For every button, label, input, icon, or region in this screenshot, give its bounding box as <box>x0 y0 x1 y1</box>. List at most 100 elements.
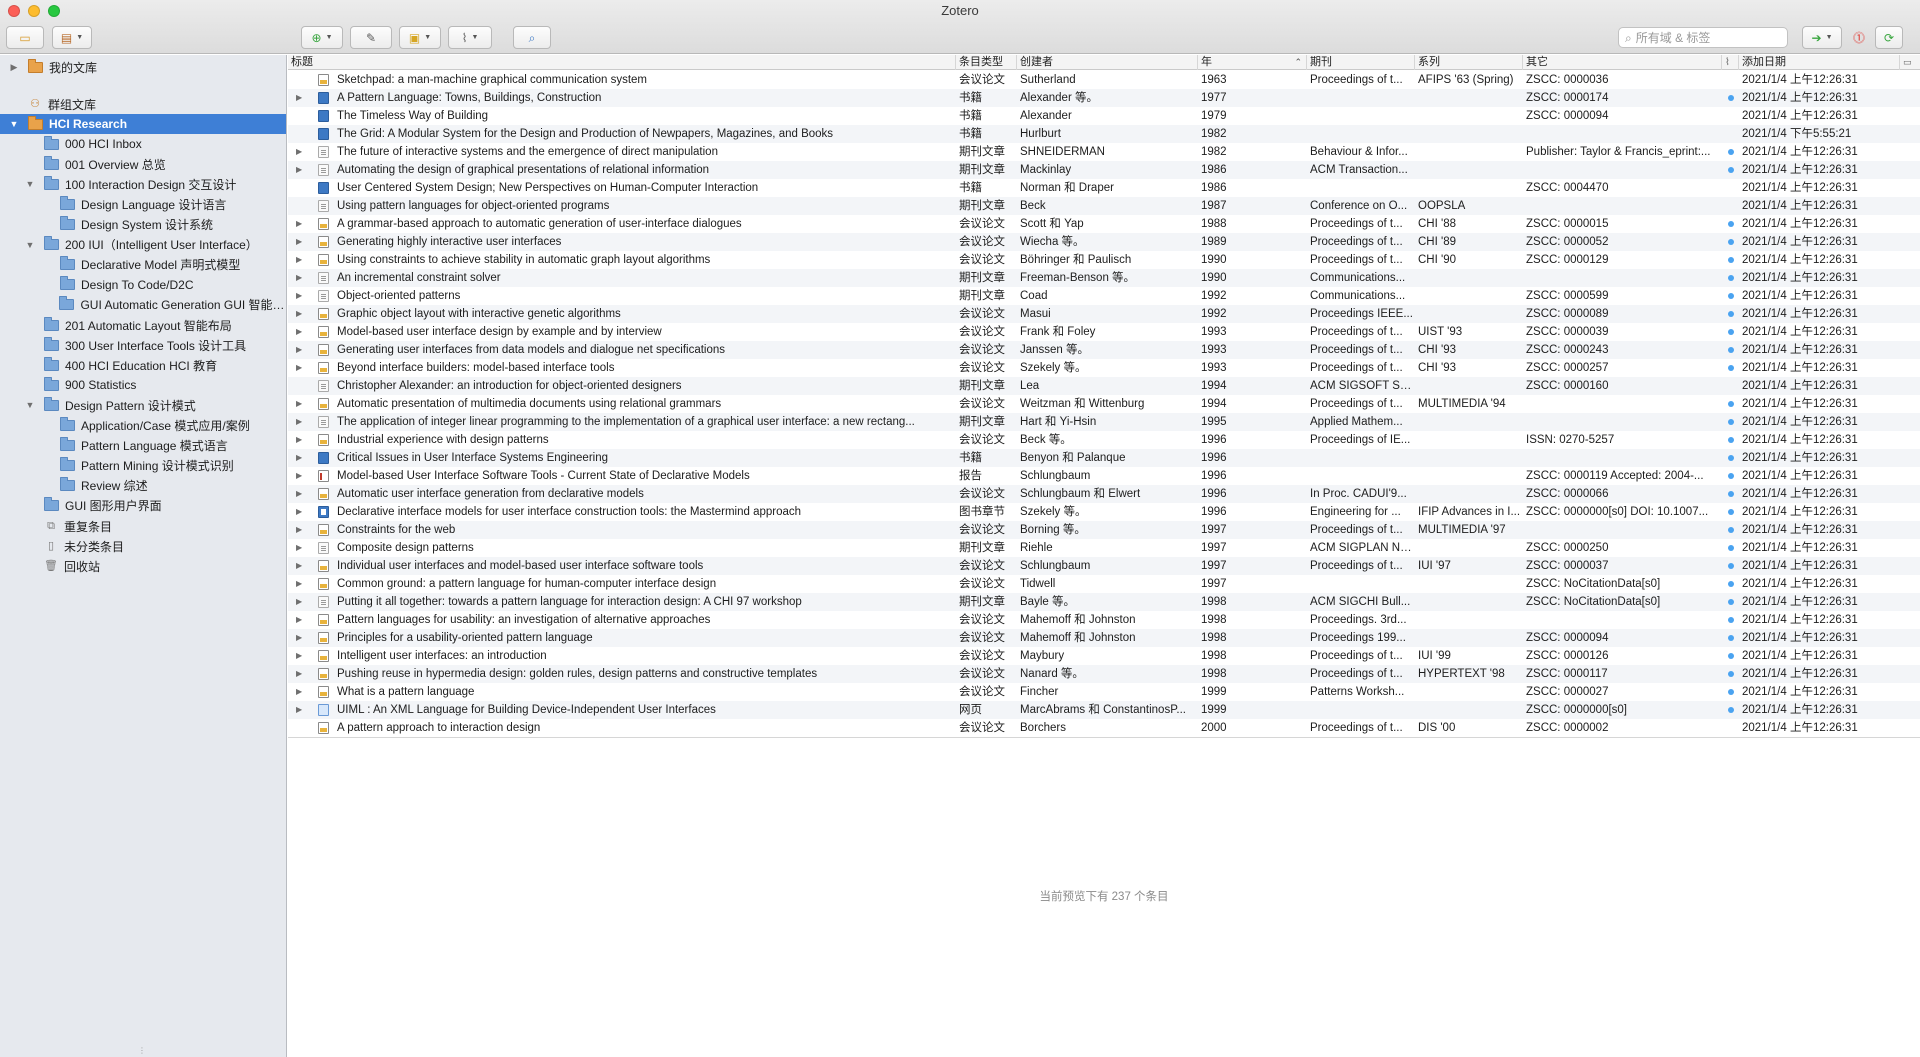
search-input[interactable] <box>1635 30 1766 45</box>
table-row[interactable]: The Grid: A Modular System for the Desig… <box>288 125 1920 143</box>
sidebar-item[interactable]: 201 Automatic Layout 智能布局 <box>0 315 286 335</box>
table-row[interactable]: ▶ Principles for a usability-oriented pat… <box>288 629 1920 647</box>
column-extra[interactable]: 其它 <box>1523 55 1722 70</box>
table-row[interactable]: ▶ Object-oriented patterns 期刊文章 Coad 1992 Com… <box>288 287 1920 305</box>
sidebar-item[interactable]: GUI 图形用户界面 <box>0 496 286 516</box>
attachment-indicator-icon[interactable] <box>1728 527 1734 533</box>
expand-row-icon[interactable]: ▶ <box>296 161 302 179</box>
attachment-indicator-icon[interactable] <box>1728 689 1734 695</box>
expand-row-icon[interactable]: ▶ <box>296 269 302 287</box>
disclosure-expanded-icon[interactable]: ▼ <box>24 240 36 250</box>
expand-row-icon[interactable]: ▶ <box>296 143 302 161</box>
table-row[interactable]: Christopher Alexander: an introduction f… <box>288 377 1920 395</box>
new-note-button[interactable]: ▣ ▼ <box>399 26 441 49</box>
sidebar-item[interactable]: Declarative Model 声明式模型 <box>0 255 286 275</box>
expand-row-icon[interactable]: ▶ <box>296 323 302 341</box>
table-row[interactable]: ▶ Composite design patterns 期刊文章 Riehle 1997… <box>288 539 1920 557</box>
column-publication[interactable]: 期刊 <box>1307 55 1415 70</box>
expand-row-icon[interactable]: ▶ <box>296 467 302 485</box>
items-list[interactable]: Sketchpad: a man-machine graphical commu… <box>288 71 1920 737</box>
table-row[interactable]: ▶ The application of integer linear progr… <box>288 413 1920 431</box>
expand-row-icon[interactable]: ▶ <box>296 503 302 521</box>
attachment-indicator-icon[interactable] <box>1728 167 1734 173</box>
disclosure-expanded-icon[interactable]: ▼ <box>24 179 36 189</box>
attachment-indicator-icon[interactable] <box>1728 239 1734 245</box>
sidebar-resize-handle[interactable]: ⋮ <box>138 1046 146 1055</box>
table-row[interactable]: Sketchpad: a man-machine graphical commu… <box>288 71 1920 89</box>
table-row[interactable]: ▶ What is a pattern language 会议论文 Fincher 19… <box>288 683 1920 701</box>
table-row[interactable]: ▶ A grammar-based approach to automatic g… <box>288 215 1920 233</box>
table-row[interactable]: ▶ Model-based User Interface Software Too… <box>288 467 1920 485</box>
attachment-indicator-icon[interactable] <box>1728 401 1734 407</box>
sidebar-item[interactable]: 300 User Interface Tools 设计工具 <box>0 335 286 355</box>
expand-row-icon[interactable]: ▶ <box>296 89 302 107</box>
table-row[interactable]: ▶ Model-based user interface design by ex… <box>288 323 1920 341</box>
table-row[interactable]: ▶ Pattern languages for usability: an inv… <box>288 611 1920 629</box>
expand-row-icon[interactable]: ▶ <box>296 683 302 701</box>
sidebar-item[interactable]: ▯ 未分类条目 <box>0 536 286 556</box>
attachment-indicator-icon[interactable] <box>1728 563 1734 569</box>
attachment-indicator-icon[interactable] <box>1728 653 1734 659</box>
table-row[interactable]: ▶ A Pattern Language: Towns, Buildings, C… <box>288 89 1920 107</box>
expand-row-icon[interactable]: ▶ <box>296 485 302 503</box>
table-row[interactable]: ▶ Intelligent user interfaces: an introdu… <box>288 647 1920 665</box>
table-row[interactable]: ▶ Individual user interfaces and model-ba… <box>288 557 1920 575</box>
expand-row-icon[interactable]: ▶ <box>296 413 302 431</box>
disclosure-collapsed-icon[interactable]: ▶ <box>8 62 20 73</box>
column-picker[interactable]: ▭ <box>1900 55 1920 70</box>
attachment-indicator-icon[interactable] <box>1728 149 1734 155</box>
table-row[interactable]: ▶ Pushing reuse in hypermedia design: gol… <box>288 665 1920 683</box>
table-row[interactable]: ▶ Graphic object layout with interactive … <box>288 305 1920 323</box>
attachment-indicator-icon[interactable] <box>1728 221 1734 227</box>
sidebar-item[interactable]: ▼ 100 Interaction Design 交互设计 <box>0 174 286 194</box>
expand-row-icon[interactable]: ▶ <box>296 557 302 575</box>
attachment-indicator-icon[interactable] <box>1728 617 1734 623</box>
column-attachments[interactable]: ⌇ <box>1722 55 1739 70</box>
expand-row-icon[interactable]: ▶ <box>296 575 302 593</box>
table-row[interactable]: ▶ Automating the design of graphical pres… <box>288 161 1920 179</box>
attachment-indicator-icon[interactable] <box>1728 509 1734 515</box>
sync-button[interactable]: ⟳ <box>1875 26 1903 49</box>
table-row[interactable]: ▶ Using constraints to achieve stability … <box>288 251 1920 269</box>
attachment-indicator-icon[interactable] <box>1728 473 1734 479</box>
sidebar-item[interactable]: ▼ Design Pattern 设计模式 <box>0 395 286 415</box>
sidebar-item[interactable]: ▶ 我的文库 <box>0 57 286 77</box>
sidebar-item[interactable]: Design System 设计系统 <box>0 215 286 235</box>
sidebar-item[interactable]: ⧉ 重复条目 <box>0 516 286 536</box>
sidebar-item[interactable]: Pattern Mining 设计模式识别 <box>0 456 286 476</box>
expand-row-icon[interactable]: ▶ <box>296 359 302 377</box>
new-item-button[interactable]: ⊕ ▼ <box>301 26 343 49</box>
expand-row-icon[interactable]: ▶ <box>296 431 302 449</box>
sidebar-item[interactable]: Review 综述 <box>0 476 286 496</box>
attachment-indicator-icon[interactable] <box>1728 635 1734 641</box>
add-attachment-button[interactable]: ⌇ ▼ <box>448 26 492 49</box>
table-row[interactable]: ▶ Industrial experience with design patte… <box>288 431 1920 449</box>
table-row[interactable]: ▶ Generating user interfaces from data mo… <box>288 341 1920 359</box>
expand-row-icon[interactable]: ▶ <box>296 215 302 233</box>
attachment-indicator-icon[interactable] <box>1728 95 1734 101</box>
table-row[interactable]: ▶ Putting it all together: towards a patt… <box>288 593 1920 611</box>
sidebar-item[interactable]: 900 Statistics <box>0 375 286 395</box>
attachment-indicator-icon[interactable] <box>1728 311 1734 317</box>
sidebar-item[interactable]: Pattern Language 模式语言 <box>0 436 286 456</box>
table-row[interactable]: A pattern approach to interaction design… <box>288 719 1920 737</box>
attachment-indicator-icon[interactable] <box>1728 437 1734 443</box>
sidebar-item[interactable]: 400 HCI Education HCI 教育 <box>0 355 286 375</box>
expand-row-icon[interactable]: ▶ <box>296 233 302 251</box>
attachment-indicator-icon[interactable] <box>1728 419 1734 425</box>
locate-button[interactable]: ➔ ▼ <box>1802 26 1842 49</box>
expand-row-icon[interactable]: ▶ <box>296 647 302 665</box>
sidebar-item[interactable]: ⚇ 群组文库 <box>0 94 286 114</box>
sidebar-item[interactable]: Design To Code/D2C <box>0 275 286 295</box>
attachment-indicator-icon[interactable] <box>1728 599 1734 605</box>
table-row[interactable]: ▶ Beyond interface builders: model-based … <box>288 359 1920 377</box>
attachment-indicator-icon[interactable] <box>1728 275 1734 281</box>
expand-row-icon[interactable]: ▶ <box>296 665 302 683</box>
attachment-indicator-icon[interactable] <box>1728 257 1734 263</box>
sidebar-item[interactable]: GUI Automatic Generation GUI 智能生成 <box>0 295 286 315</box>
sidebar-item[interactable]: 000 HCI Inbox <box>0 134 286 154</box>
expand-row-icon[interactable]: ▶ <box>296 593 302 611</box>
column-title[interactable]: 标题 <box>288 55 956 70</box>
attachment-indicator-icon[interactable] <box>1728 455 1734 461</box>
attachment-indicator-icon[interactable] <box>1728 329 1734 335</box>
